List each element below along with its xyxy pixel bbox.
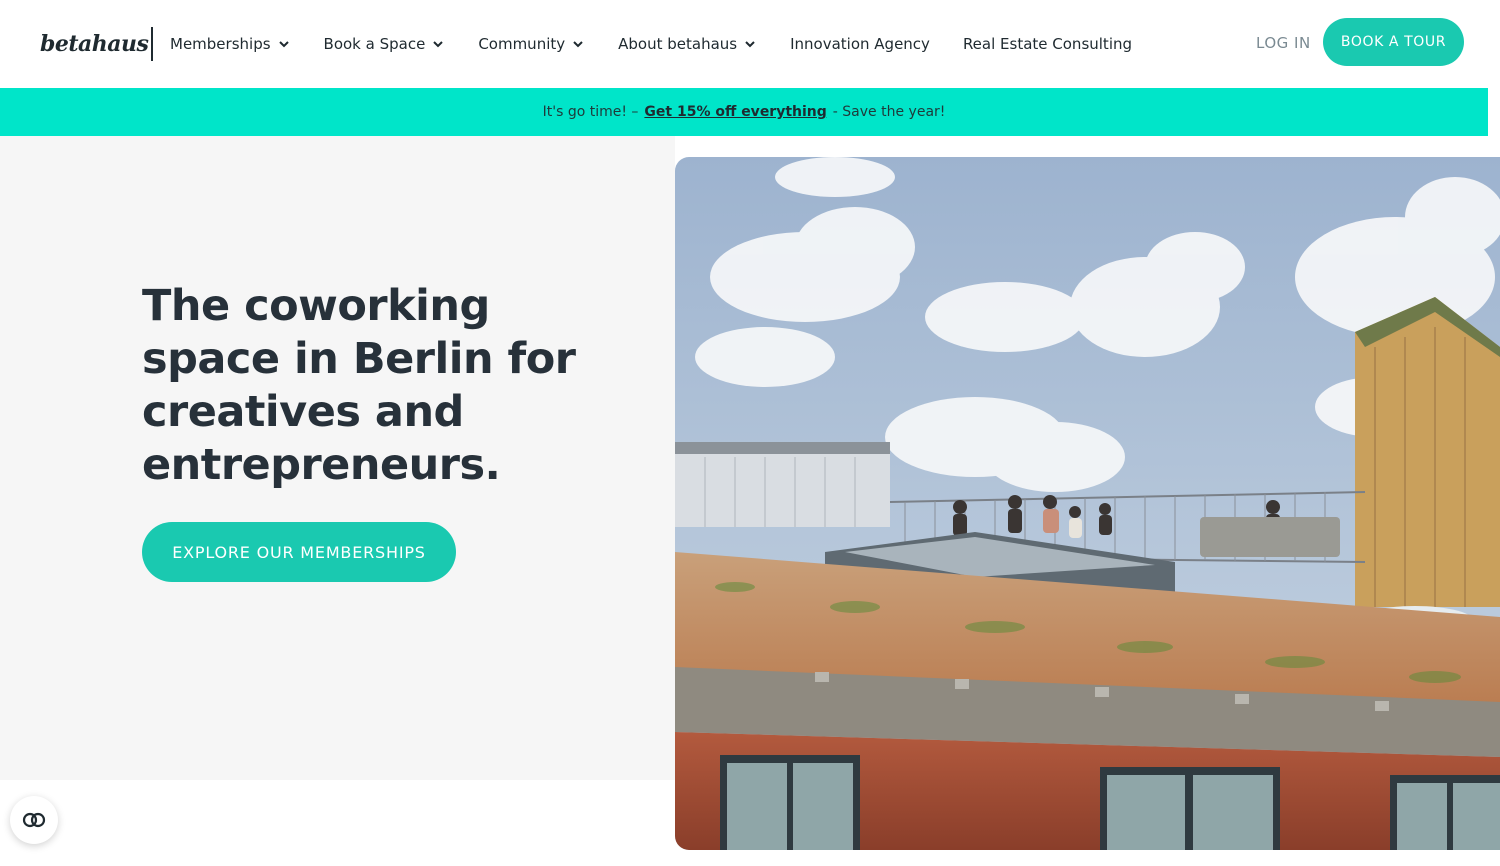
site-header: betahaus Memberships Book a Space Commun…: [0, 0, 1500, 88]
nav-item-memberships[interactable]: Memberships: [170, 35, 291, 53]
main-nav: Memberships Book a Space Community About…: [170, 34, 1132, 54]
nav-label: Memberships: [170, 35, 271, 53]
nav-item-about[interactable]: About betahaus: [618, 35, 757, 53]
chevron-down-icon: [745, 41, 755, 48]
login-link[interactable]: LOG IN: [1256, 34, 1311, 52]
photo-illustration: [675, 157, 1500, 850]
nav-label: About betahaus: [618, 35, 738, 53]
chevron-down-icon: [278, 41, 289, 48]
chevron-down-icon: [433, 41, 444, 48]
betahaus-logo[interactable]: betahaus: [40, 27, 154, 61]
nav-label: Innovation Agency: [790, 35, 930, 53]
accessibility-button[interactable]: [10, 796, 58, 844]
logo-text: betahaus: [40, 31, 149, 57]
chevron-down-icon: [573, 41, 583, 48]
nav-label: Real Estate Consulting: [962, 35, 1133, 53]
nav-item-book-a-space[interactable]: Book a Space: [324, 35, 446, 53]
logo-bar: [151, 27, 154, 61]
nav-label: Community: [478, 35, 566, 53]
nav-item-community[interactable]: Community: [478, 35, 585, 53]
hero-title: The coworking space in Berlin for creati…: [142, 281, 576, 490]
rooftop-terrace-photo: [675, 157, 1500, 850]
accessibility-icon: [22, 812, 46, 828]
book-a-tour-button[interactable]: BOOK A TOUR: [1323, 18, 1464, 66]
promo-suffix: - Save the year!: [832, 104, 946, 120]
nav-item-real-estate-consulting[interactable]: Real Estate Consulting: [963, 35, 1132, 53]
nav-label: Book a Space: [323, 35, 426, 53]
promo-prefix: It's go time! –: [542, 104, 639, 120]
explore-memberships-button[interactable]: EXPLORE OUR MEMBERSHIPS: [142, 522, 456, 582]
nav-item-innovation-agency[interactable]: Innovation Agency: [790, 35, 930, 53]
promo-link[interactable]: Get 15% off everything: [644, 104, 826, 120]
promo-bar: It's go time! – Get 15% off everything -…: [0, 88, 1488, 136]
